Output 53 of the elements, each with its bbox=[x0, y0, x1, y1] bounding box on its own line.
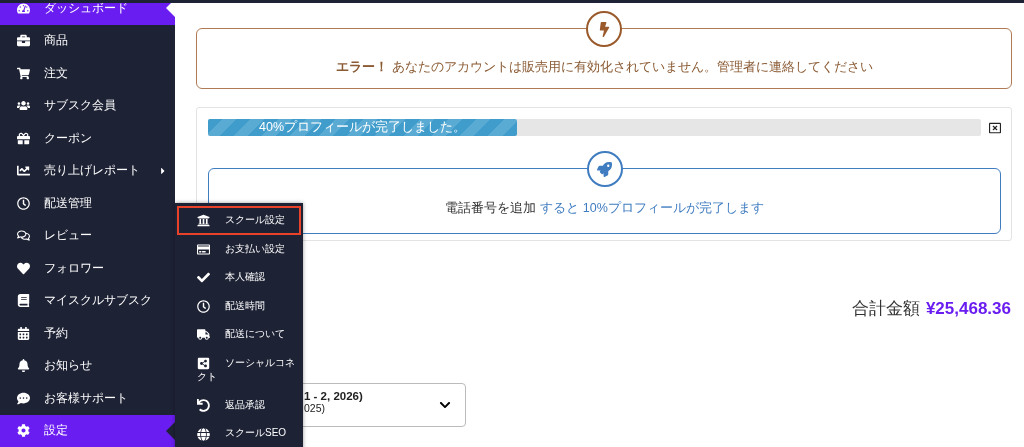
bank-icon bbox=[197, 214, 210, 228]
sidebar-item[interactable]: フォロワー bbox=[0, 252, 175, 285]
chat-icon bbox=[17, 391, 30, 405]
total-label: 合計金額 bbox=[851, 298, 920, 320]
sidebar-item[interactable]: ダッシュボード bbox=[0, 3, 175, 25]
sidebar-item[interactable]: 予約 bbox=[0, 317, 175, 350]
lightning-icon bbox=[586, 11, 622, 47]
sidebar-item[interactable]: 商品 bbox=[0, 24, 175, 57]
sidebar-item[interactable]: クーポン bbox=[0, 122, 175, 155]
submenu-item[interactable]: スクール設定 bbox=[177, 206, 301, 235]
submenu-item[interactable]: お支払い設定 bbox=[177, 234, 301, 263]
cart-icon bbox=[17, 66, 30, 80]
sidebar-item[interactable]: お客様サポート bbox=[0, 382, 175, 415]
bell-icon bbox=[17, 359, 30, 373]
globe-icon bbox=[197, 427, 210, 441]
date-subtext: 025) bbox=[304, 402, 326, 414]
dashboard-icon bbox=[17, 3, 30, 15]
sidebar-item[interactable]: マイスクルサブスク bbox=[0, 284, 175, 317]
undo-icon bbox=[197, 399, 210, 413]
truck-icon bbox=[197, 328, 210, 342]
sidebar-item[interactable]: 注文 bbox=[0, 57, 175, 90]
heart-icon bbox=[17, 261, 30, 275]
credit-card-icon bbox=[197, 242, 210, 256]
sidebar-item[interactable]: 設定 bbox=[0, 414, 175, 447]
sidebar-item[interactable]: レビュー bbox=[0, 219, 175, 252]
selection-notch bbox=[166, 3, 175, 18]
submenu-item[interactable]: 配送時間 bbox=[177, 291, 301, 320]
profile-link[interactable]: すると 10%プロフィールが完了します bbox=[540, 201, 764, 215]
progress-label: 40%プロフィールが完了しました。 bbox=[259, 120, 467, 135]
book-icon bbox=[17, 294, 30, 308]
gift-icon bbox=[17, 131, 30, 145]
error-message: エラー！ あなたのアカウントは販売用に有効化されていません。管理者に連絡してください bbox=[335, 59, 873, 76]
settings-icon bbox=[17, 424, 30, 438]
chart-icon bbox=[17, 164, 30, 178]
submenu-item[interactable]: 配送について bbox=[177, 320, 301, 349]
comments-icon bbox=[17, 229, 30, 243]
users-icon bbox=[17, 99, 30, 113]
info-message: 電話番号を追加 すると 10%プロフィールが完了します bbox=[445, 200, 764, 217]
clock-icon bbox=[197, 299, 210, 313]
sidebar-item[interactable]: 配送管理 bbox=[0, 187, 175, 220]
briefcase-icon bbox=[17, 34, 30, 48]
date-range: 1 - 2, 2026) bbox=[304, 390, 363, 402]
sidebar-item[interactable]: お知らせ bbox=[0, 349, 175, 382]
close-icon[interactable] bbox=[989, 121, 1001, 134]
total-amount: ¥25,468.36 bbox=[925, 299, 1011, 319]
share-icon bbox=[197, 356, 210, 370]
clock-icon bbox=[17, 196, 30, 210]
check-icon bbox=[197, 271, 210, 285]
sidebar-item[interactable]: サブスク会員 bbox=[0, 89, 175, 122]
sidebar-item[interactable]: 売り上げレポート bbox=[0, 154, 175, 187]
calendar-icon bbox=[17, 326, 30, 340]
chevron-icon bbox=[439, 399, 451, 411]
submenu-item[interactable]: 本人確認 bbox=[177, 263, 301, 292]
